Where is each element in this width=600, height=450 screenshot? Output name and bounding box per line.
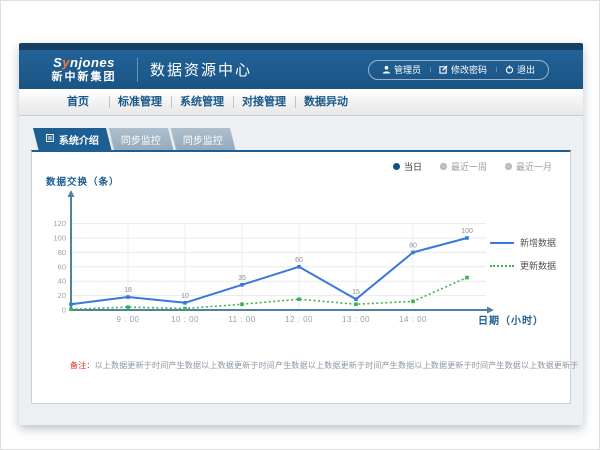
svg-text:11 : 00: 11 : 00 — [228, 315, 255, 324]
power-icon — [505, 65, 514, 74]
edit-icon — [439, 65, 448, 74]
tab-bar: 系统介绍 同步监控 同步监控 — [33, 128, 232, 150]
page-title: 数据资源中心 — [150, 59, 252, 80]
nav-item-system-mgmt[interactable]: 系统管理 — [171, 89, 233, 115]
radio-dot — [440, 163, 447, 170]
svg-text:100: 100 — [53, 234, 66, 243]
nav-item-interface-mgmt[interactable]: 对接管理 — [233, 89, 295, 115]
logo-cn-name: 新中新集团 — [41, 71, 127, 83]
svg-text:15: 15 — [352, 289, 360, 296]
footnote-text: 以上数据更新于时间产生数据以上数据更新于时间产生数据以上数据更新于时间产生数据以… — [95, 361, 579, 370]
svg-text:60: 60 — [295, 257, 303, 264]
header-divider — [137, 58, 138, 82]
radio-label: 最近一周 — [451, 160, 487, 173]
tab-label: 同步监控 — [121, 132, 161, 147]
user-icon — [382, 65, 391, 74]
radio-today[interactable]: 当日 — [393, 160, 422, 173]
tab-label: 系统介绍 — [59, 132, 99, 147]
logout-label: 退出 — [517, 63, 535, 76]
tab-label: 同步监控 — [183, 132, 223, 147]
radio-dot — [505, 163, 512, 170]
nav-item-data-change[interactable]: 数据异动 — [295, 89, 357, 115]
x-axis-title: 日期（小时） — [478, 312, 544, 327]
svg-text:10 : 00: 10 : 00 — [171, 315, 199, 324]
legend-label: 新增数据 — [520, 236, 556, 249]
logo-accent: y — [62, 55, 70, 70]
company-logo: Synjones 新中新集团 — [41, 56, 127, 83]
legend-line-solid-swatch — [490, 242, 514, 244]
radio-label: 最近一月 — [516, 160, 552, 173]
current-user-button[interactable]: 管理员 — [373, 63, 430, 76]
chart-legend: 新增数据 更新数据 — [490, 236, 556, 282]
svg-text:80: 80 — [58, 248, 66, 257]
svg-text:80: 80 — [409, 242, 417, 249]
y-axis-title: 数据交换（条） — [46, 174, 120, 188]
svg-text:14 : 00: 14 : 00 — [399, 315, 427, 324]
svg-text:10: 10 — [181, 293, 189, 300]
svg-text:35: 35 — [238, 275, 246, 282]
legend-item-new-data[interactable]: 新增数据 — [490, 236, 556, 249]
nav-item-standard-mgmt[interactable]: 标准管理 — [109, 89, 171, 115]
app-window: Synjones 新中新集团 数据资源中心 管理员 修改密码 — [19, 43, 583, 425]
logo-wordmark: Synjones — [41, 56, 127, 70]
line-chart: 0 20 40 60 80 100 120 9 : 00 10 : 00 11 : 00 12 : … — [52, 188, 512, 340]
change-password-button[interactable]: 修改密码 — [430, 63, 496, 76]
legend-label: 更新数据 — [520, 259, 556, 272]
radio-last-month[interactable]: 最近一月 — [505, 160, 552, 173]
svg-text:100: 100 — [461, 228, 473, 235]
logo-part: S — [53, 55, 62, 70]
tab-sync-monitor-1[interactable]: 同步监控 — [108, 128, 173, 150]
chart-panel: 当日 最近一周 最近一月 数据交换（条） 0 20 40 60 80 100 120 9 : … — [31, 150, 571, 404]
svg-text:0: 0 — [62, 306, 66, 315]
radio-label: 当日 — [404, 160, 422, 173]
content-area: 系统介绍 同步监控 同步监控 当日 — [19, 116, 583, 425]
svg-text:13 : 00: 13 : 00 — [342, 315, 370, 324]
legend-item-updated-data[interactable]: 更新数据 — [490, 259, 556, 272]
tab-system-intro[interactable]: 系统介绍 — [33, 128, 111, 150]
user-label: 管理员 — [394, 63, 421, 76]
main-nav: 首页 标准管理 系统管理 对接管理 数据异动 — [19, 89, 583, 116]
logout-button[interactable]: 退出 — [496, 63, 544, 76]
footnote-label: 备注： — [70, 361, 95, 370]
svg-text:60: 60 — [58, 262, 66, 271]
user-actions-pill: 管理员 修改密码 退出 — [368, 60, 549, 80]
page-background: Synjones 新中新集团 数据资源中心 管理员 修改密码 — [0, 0, 600, 450]
svg-text:20: 20 — [58, 291, 66, 300]
svg-text:40: 40 — [58, 277, 66, 286]
radio-last-week[interactable]: 最近一周 — [440, 160, 487, 173]
svg-text:12 : 00: 12 : 00 — [285, 315, 313, 324]
header-top-strip — [19, 43, 583, 50]
svg-text:18: 18 — [124, 287, 132, 294]
logo-part: njones — [70, 55, 115, 70]
tab-sync-monitor-2[interactable]: 同步监控 — [170, 128, 235, 150]
nav-item-home[interactable]: 首页 — [47, 89, 109, 115]
legend-line-dotted-swatch — [490, 265, 514, 267]
radio-dot — [393, 163, 400, 170]
app-header: Synjones 新中新集团 数据资源中心 管理员 修改密码 — [19, 50, 583, 89]
doc-icon — [46, 134, 54, 145]
svg-text:120: 120 — [53, 219, 66, 228]
date-range-radios: 当日 最近一周 最近一月 — [393, 160, 552, 173]
change-password-label: 修改密码 — [451, 63, 487, 76]
svg-text:9 : 00: 9 : 00 — [116, 315, 139, 324]
footnote: 备注：以上数据更新于时间产生数据以上数据更新于时间产生数据以上数据更新于时间产生… — [70, 360, 578, 371]
